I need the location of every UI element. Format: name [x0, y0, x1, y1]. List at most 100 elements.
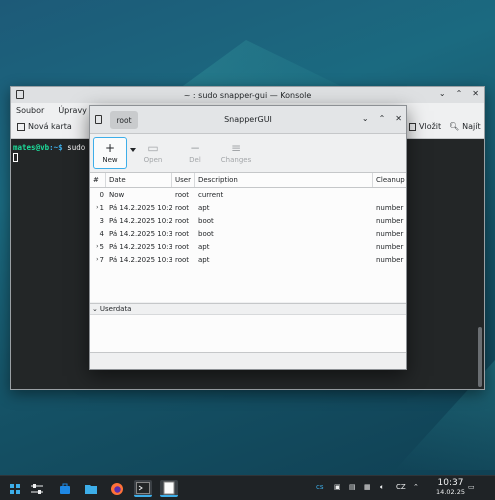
changes-button[interactable]: ≡ Changes — [219, 137, 253, 169]
firefox-icon[interactable] — [108, 480, 126, 497]
plus-icon: + — [104, 141, 116, 155]
app-launcher-icon[interactable] — [6, 480, 24, 497]
search-icon: 🔍︎ — [449, 122, 460, 131]
delete-button[interactable]: − Del — [178, 137, 212, 169]
language-indicator[interactable]: CZ — [396, 483, 406, 491]
close-icon[interactable]: ✕ — [395, 114, 402, 123]
prompt-path: :~$ — [49, 143, 63, 152]
cell-description: apt — [198, 255, 210, 264]
konsole-title: ~ : sudo snapper-gui — Konsole — [183, 90, 312, 100]
open-button[interactable]: ▭ Open — [136, 137, 170, 169]
status-bar — [90, 352, 406, 369]
snapper-task-icon[interactable] — [160, 480, 178, 497]
clipboard-icon[interactable]: ▣ — [334, 483, 341, 491]
snapshot-number: 0 — [99, 190, 104, 199]
settings-sliders-icon[interactable] — [28, 480, 46, 497]
new-tab-button[interactable]: Nová karta — [17, 122, 72, 131]
snapshot-number: 7 — [99, 255, 104, 264]
chevron-right-icon[interactable]: › — [96, 204, 98, 211]
cell-date: Pá 14.2.2025 10:27 — [109, 203, 172, 212]
konsole-titlebar[interactable]: ~ : sudo snapper-gui — Konsole ⌄ ⌃ ✕ — [11, 87, 484, 103]
new-tab-label: Nová karta — [28, 122, 72, 131]
column-header-user[interactable]: User — [172, 173, 195, 187]
snapper-headerbar[interactable]: root SnapperGUI ⌄ ⌃ ✕ — [90, 106, 406, 134]
package-updates-icon[interactable]: ▤ — [349, 483, 356, 491]
chevron-right-icon[interactable]: › — [96, 256, 98, 263]
volume-icon[interactable]: 🔈︎ — [380, 483, 384, 492]
cell-date: Pá 14.2.2025 10:31 — [109, 229, 172, 238]
open-icon: ▭ — [147, 141, 159, 155]
delete-button-label: Del — [189, 156, 201, 164]
cell-description: apt — [198, 203, 210, 212]
cell-cleanup: number — [376, 203, 404, 212]
clock[interactable]: 10:37 14.02.25 — [436, 479, 465, 497]
cell-user: root — [175, 229, 190, 238]
column-header-cleanup[interactable]: Cleanup — [373, 173, 406, 187]
cell-description: boot — [198, 216, 214, 225]
table-row[interactable]: › 7 Pá 14.2.2025 10:34 root apt number — [90, 253, 406, 266]
open-button-label: Open — [143, 156, 163, 164]
cell-number: 3 — [90, 214, 106, 227]
new-tab-icon — [17, 122, 25, 131]
paste-label: Vložit — [419, 122, 442, 131]
snapper-title: SnapperGUI — [224, 115, 272, 124]
clock-time: 10:37 — [437, 478, 464, 488]
snapshot-number: 4 — [99, 229, 104, 238]
table-row[interactable]: 0 Now root current — [90, 188, 406, 201]
table-body: 0 Now root current › 1 Pá 14.2.2025 10:27 root a… — [90, 188, 406, 266]
cell-user: root — [175, 203, 190, 212]
cell-cleanup: number — [376, 229, 404, 238]
cell-description: apt — [198, 242, 210, 251]
cell-date: Pá 14.2.2025 10:34 — [109, 255, 172, 264]
table-row[interactable]: › 1 Pá 14.2.2025 10:27 root apt number — [90, 201, 406, 214]
minus-icon: − — [189, 141, 201, 155]
snapshot-number: 1 — [99, 203, 104, 212]
close-icon[interactable]: ✕ — [472, 89, 479, 98]
find-button[interactable]: 🔍︎ Najít — [449, 122, 481, 131]
snapshot-number: 5 — [99, 242, 104, 251]
keyboard-layout-indicator[interactable]: cs — [316, 483, 324, 491]
maximize-icon[interactable]: ⌃ — [379, 114, 386, 123]
chevron-right-icon[interactable]: › — [96, 243, 98, 250]
paste-button[interactable]: Vložit — [409, 122, 441, 131]
chevron-up-icon[interactable]: ⌃ — [413, 483, 419, 491]
chevron-down-icon: ⌄ — [92, 305, 98, 313]
cell-user: root — [175, 216, 190, 225]
menu-soubor[interactable]: Soubor — [16, 106, 44, 115]
discover-store-icon[interactable] — [56, 480, 74, 497]
minimize-icon[interactable]: ⌄ — [439, 89, 446, 98]
new-button-label: New — [102, 156, 118, 164]
terminal-scrollbar[interactable] — [478, 327, 482, 387]
file-manager-icon[interactable] — [82, 480, 100, 497]
new-button[interactable]: + New — [93, 137, 127, 169]
column-header-description[interactable]: Description — [195, 173, 373, 187]
minimize-icon[interactable]: ⌄ — [362, 114, 369, 123]
cell-number: › 5 — [90, 240, 106, 253]
taskbar: cs ▣ ▤ ▦ 🔈︎ CZ ⌃ 10:37 14.02.25 ▭ — [0, 475, 495, 500]
table-row[interactable]: 3 Pá 14.2.2025 10:29 root boot number — [90, 214, 406, 227]
column-header-date[interactable]: Date — [106, 173, 172, 187]
cell-user: root — [175, 190, 190, 199]
konsole-task-icon[interactable] — [134, 480, 152, 497]
maximize-icon[interactable]: ⌃ — [456, 89, 463, 98]
cell-cleanup: number — [376, 255, 404, 264]
userdata-label: Userdata — [99, 305, 132, 313]
cell-cleanup: number — [376, 242, 404, 251]
clock-date: 14.02.25 — [436, 488, 465, 496]
column-header-number[interactable]: # — [90, 173, 106, 187]
paste-icon — [409, 122, 416, 131]
show-desktop-icon[interactable]: ▭ — [468, 483, 475, 491]
table-header: # Date User Description Cleanup — [90, 173, 406, 188]
userdata-panel: ⌄ Userdata — [90, 303, 406, 353]
cell-description: current — [198, 190, 224, 199]
cell-date: Pá 14.2.2025 10:33 — [109, 242, 172, 251]
menu-upravy[interactable]: Úpravy — [58, 106, 87, 115]
snapshot-number: 3 — [99, 216, 104, 225]
cell-cleanup: number — [376, 216, 404, 225]
terminal-cursor — [13, 152, 18, 162]
network-icon[interactable]: ▦ — [364, 483, 371, 491]
cell-number: › 7 — [90, 253, 106, 266]
userdata-header[interactable]: ⌄ Userdata — [90, 304, 406, 315]
table-row[interactable]: › 5 Pá 14.2.2025 10:33 root apt number — [90, 240, 406, 253]
table-row[interactable]: 4 Pá 14.2.2025 10:31 root boot number — [90, 227, 406, 240]
